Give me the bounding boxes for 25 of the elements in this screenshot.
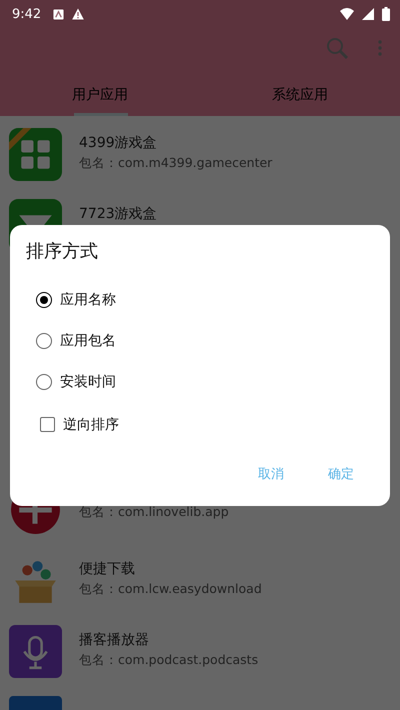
- status-time: 9:42: [12, 6, 42, 22]
- wifi-icon: [340, 8, 354, 20]
- radio-option[interactable]: 应用包名: [26, 320, 374, 361]
- package-name: 包名：com.m4399.gamecenter: [79, 155, 272, 172]
- app-name: 7723游戏盒: [79, 205, 157, 223]
- app-name: 播客播放器: [79, 631, 150, 649]
- checkbox[interactable]: [40, 417, 55, 432]
- app-name: 便捷下载: [79, 560, 136, 578]
- radio-button[interactable]: [36, 292, 52, 308]
- battery-icon: [382, 7, 390, 21]
- package-name: 包名：com.podcast.podcasts: [79, 652, 258, 669]
- checkbox-option[interactable]: 逆向排序: [26, 404, 374, 445]
- radio-button[interactable]: [36, 332, 52, 348]
- notification-icon: [53, 8, 64, 20]
- package-name: 包名：com.lcw.easydownload: [79, 581, 262, 598]
- radio-button[interactable]: [36, 374, 52, 390]
- app-icon: [9, 128, 62, 181]
- microphone-icon: [9, 625, 62, 678]
- package-name: 包名：com.linovelib.app: [79, 504, 229, 521]
- signal-icon: [362, 8, 374, 20]
- radio-option[interactable]: 应用名称: [26, 279, 374, 320]
- radio-option[interactable]: 安装时间: [26, 361, 374, 402]
- app-name: 4399游戏盒: [79, 134, 158, 152]
- dialog-title: 排序方式: [26, 240, 99, 263]
- warning-icon: [72, 8, 84, 20]
